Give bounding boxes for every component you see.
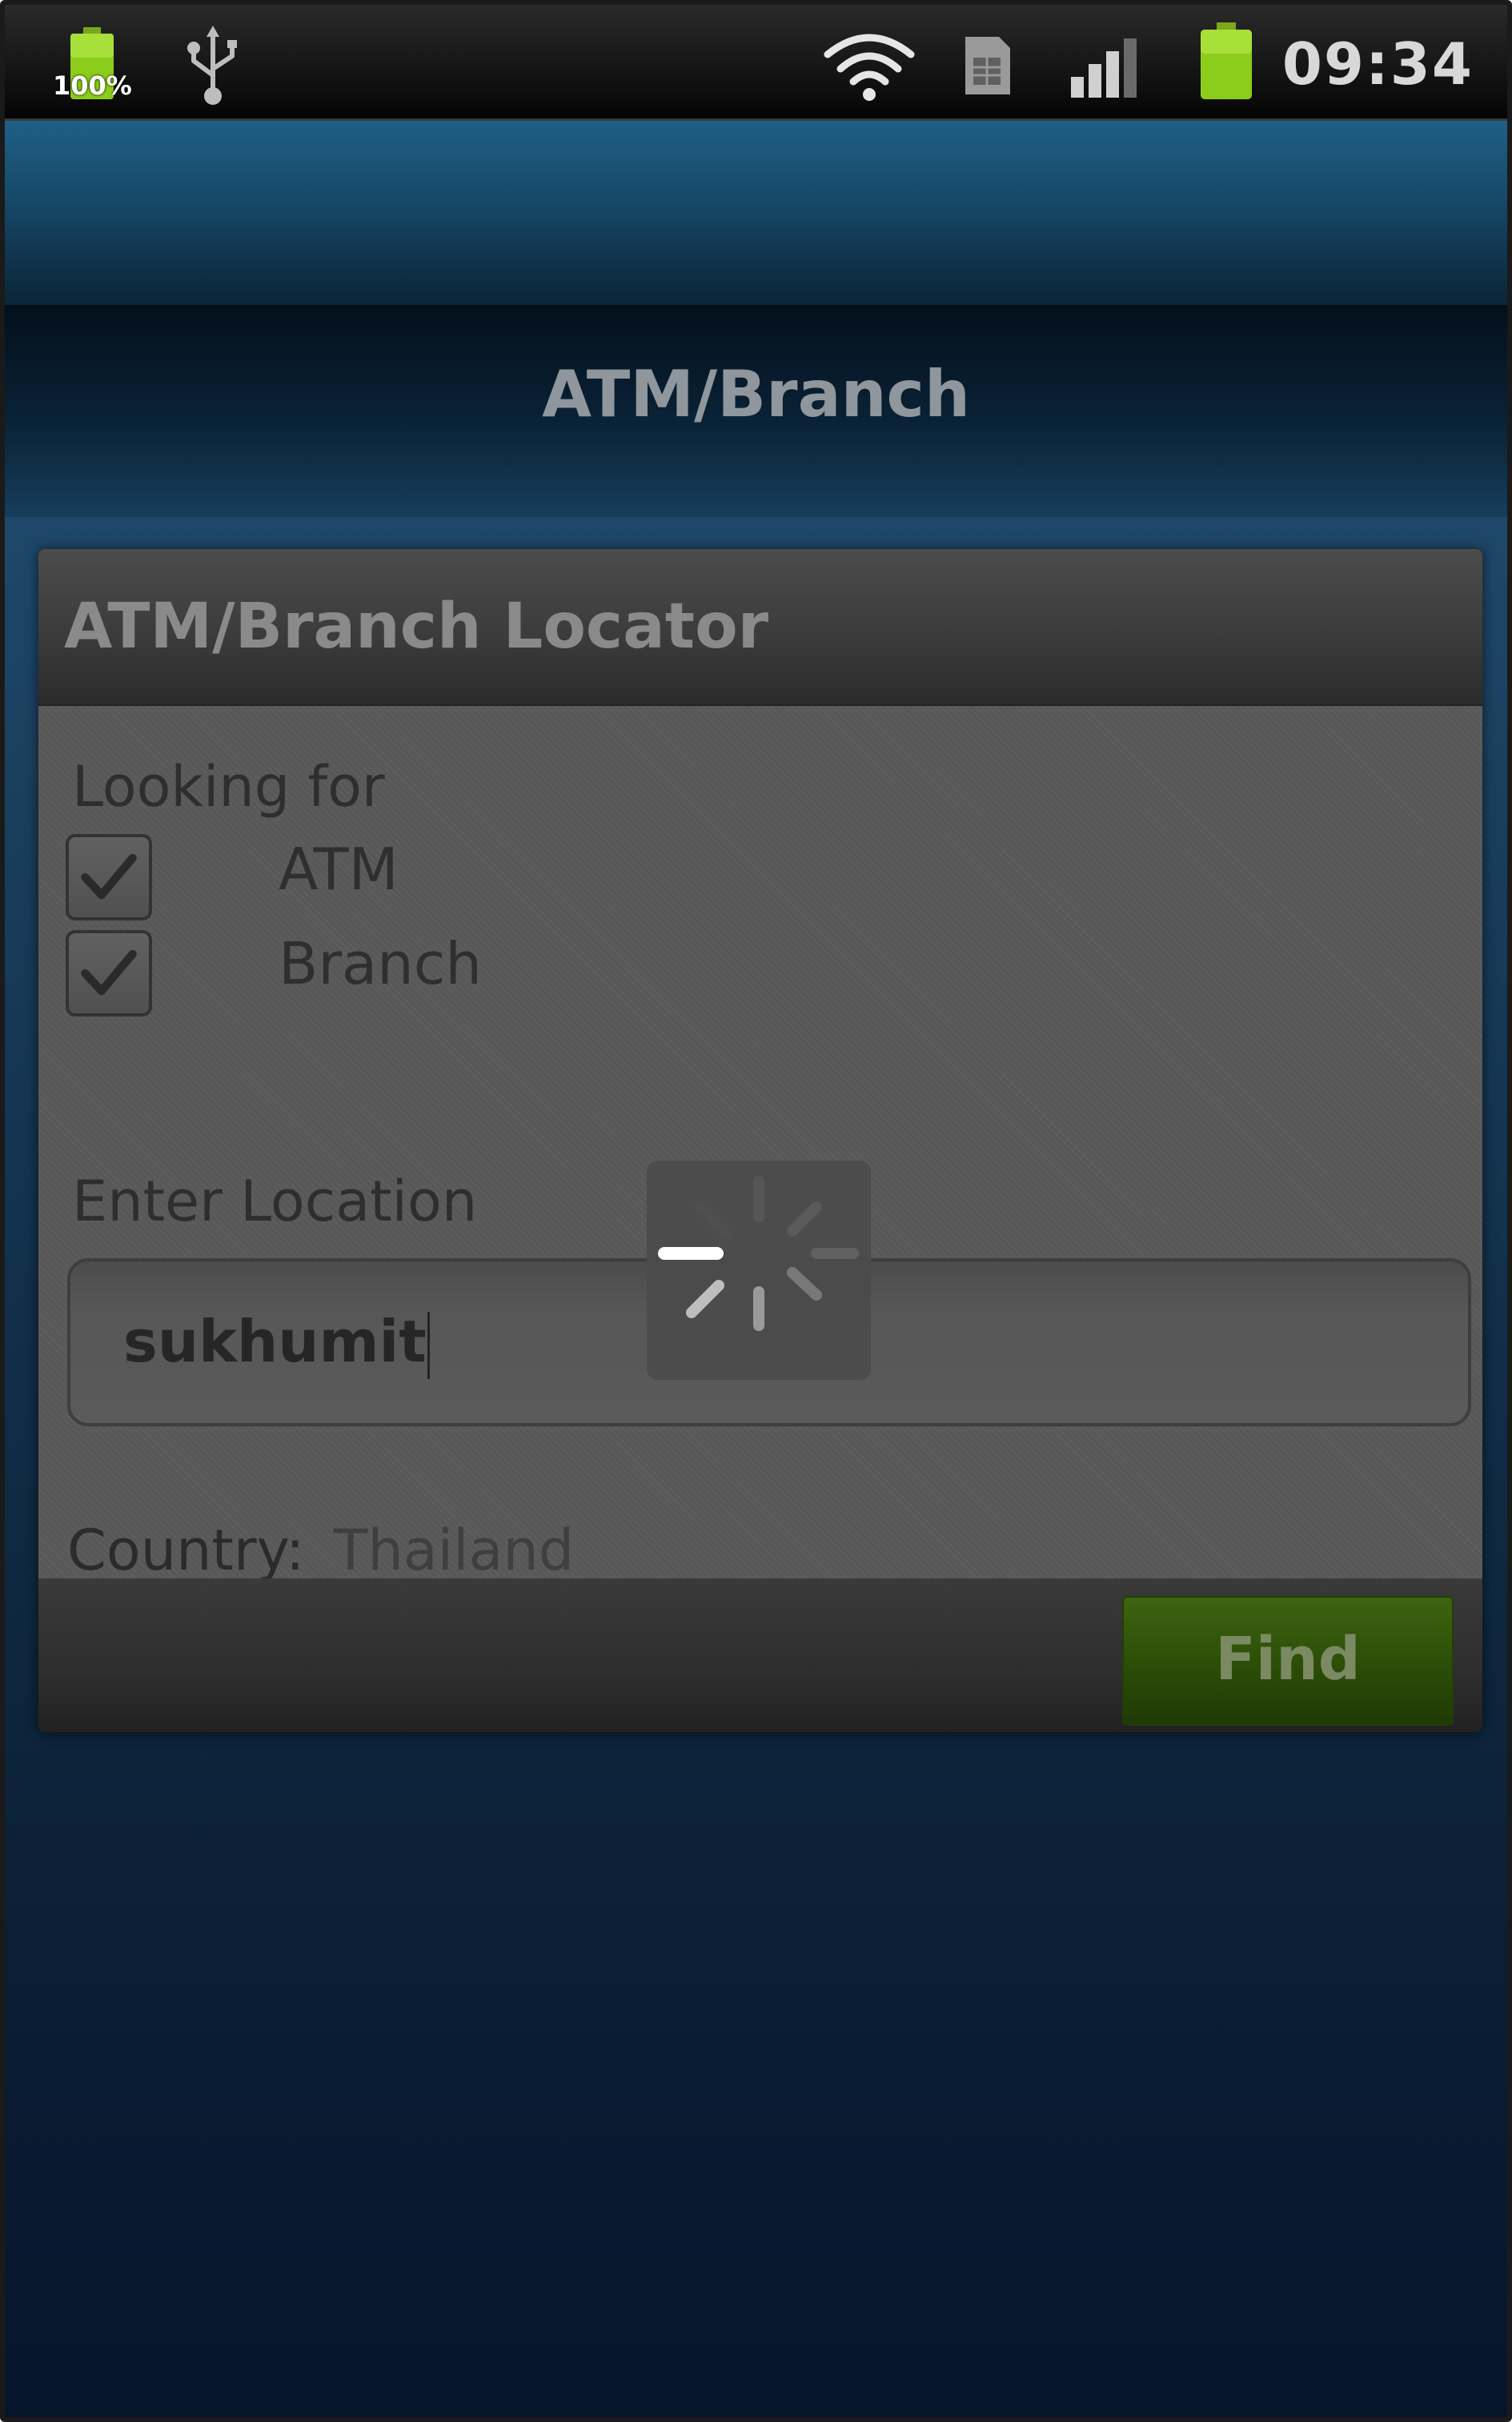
status-clock: 09:34: [1281, 30, 1474, 98]
branch-checkbox-label[interactable]: Branch: [279, 930, 482, 997]
loading-spinner: [647, 1161, 871, 1380]
battery-percent-label: 100%: [53, 70, 132, 101]
spinner-icon: [658, 1176, 859, 1331]
signal-icon: [1071, 38, 1137, 98]
text-caret: [427, 1312, 430, 1380]
find-button[interactable]: Find: [1122, 1596, 1454, 1726]
checkmark-icon: [81, 853, 137, 900]
branch-checkbox[interactable]: [66, 930, 152, 1017]
locator-dialog: ATM/Branch Locator Looking for ATM Branc…: [38, 549, 1482, 1732]
country-row: Country: Thailand: [67, 1518, 574, 1583]
atm-checkbox[interactable]: [66, 834, 152, 920]
looking-for-label: Looking for: [72, 754, 385, 820]
sim-icon: [965, 37, 1010, 94]
atm-checkbox-label[interactable]: ATM: [279, 836, 399, 903]
dialog-title: ATM/Branch Locator: [64, 591, 769, 663]
header-band: [5, 121, 1507, 305]
checkmark-icon: [81, 949, 137, 996]
screen-frame: 100% 09:34 ATM/Branch ATM/Branch Locator…: [0, 0, 1512, 2422]
battery-icon: [1201, 22, 1252, 99]
page-title: ATM/Branch: [542, 357, 970, 431]
location-input-value: sukhumit: [123, 1308, 427, 1375]
dialog-footer: Find: [38, 1578, 1482, 1732]
usb-icon: [187, 26, 237, 105]
dialog-body: Looking for ATM Branch Enter Location su…: [38, 706, 1482, 1583]
dialog-header: ATM/Branch Locator: [38, 549, 1482, 706]
country-label: Country:: [67, 1518, 305, 1583]
enter-location-label: Enter Location: [72, 1169, 478, 1234]
wifi-icon: [824, 34, 915, 101]
status-bar: 100% 09:34: [5, 5, 1507, 121]
country-value[interactable]: Thailand: [334, 1518, 575, 1583]
